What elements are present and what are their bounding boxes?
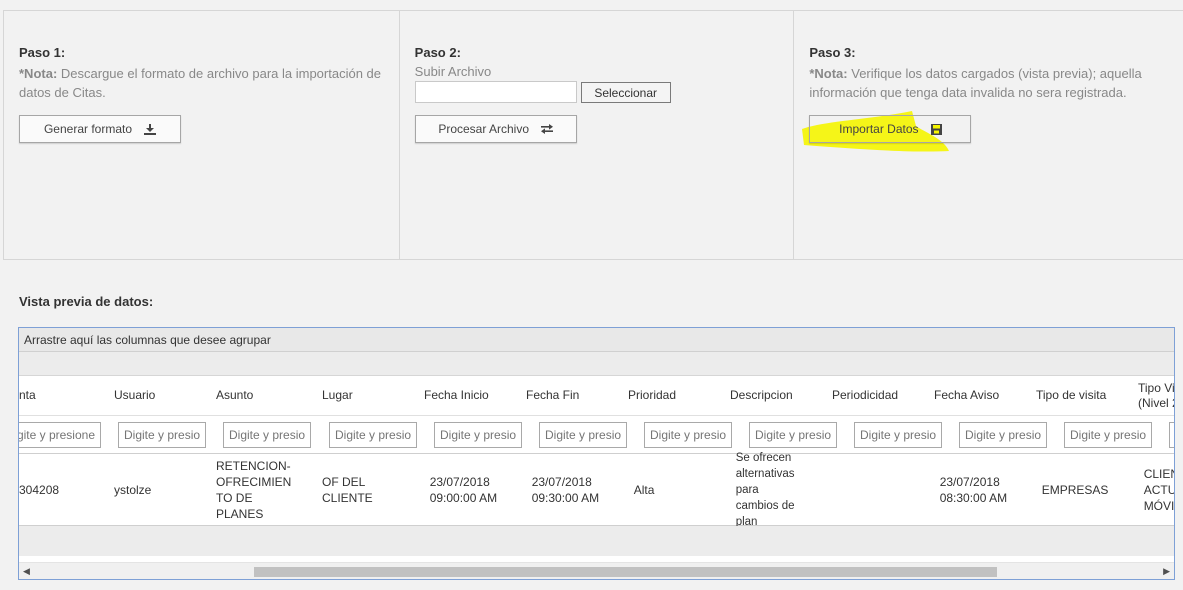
- generate-format-label: Generar formato: [43, 122, 133, 136]
- filter-cell: [19, 421, 101, 448]
- column-header-cuenta[interactable]: nta: [19, 388, 97, 403]
- filter-input-tipo-visita-nivel-2[interactable]: [1169, 421, 1174, 448]
- scrollbar-thumb[interactable]: [254, 567, 997, 577]
- filter-cell: [101, 421, 206, 448]
- import-data-button[interactable]: Importar Datos: [809, 115, 972, 143]
- filter-input-lugar[interactable]: [329, 421, 417, 448]
- filter-cell: [732, 421, 837, 448]
- filter-input-fecha-aviso[interactable]: [959, 421, 1047, 448]
- cell-fecha-fin: 23/07/2018 09:30:00 AM: [531, 474, 600, 505]
- column-header-fecha-fin[interactable]: Fecha Fin: [509, 388, 611, 403]
- filter-cell: [522, 421, 627, 448]
- exchange-icon: [541, 124, 554, 134]
- import-data-label: Importar Datos: [839, 122, 919, 136]
- step-1-title: Paso 1:: [19, 45, 66, 60]
- process-file-label: Procesar Archivo: [438, 122, 530, 136]
- select-file-button[interactable]: Seleccionar: [580, 82, 671, 103]
- column-header-usuario[interactable]: Usuario: [97, 388, 199, 403]
- group-by-panel[interactable]: Arrastre aquí las columnas que desee agr…: [19, 328, 1174, 352]
- scroll-right-arrow-icon[interactable]: ▶: [1163, 566, 1170, 577]
- filter-input-fecha-fin[interactable]: [539, 421, 627, 448]
- save-icon: [930, 123, 942, 135]
- column-header-descripcion[interactable]: Descripcion: [713, 388, 815, 403]
- step-2-subtitle: Subir Archivo: [414, 64, 492, 79]
- filter-cell: [206, 421, 312, 448]
- file-path-input[interactable]: [414, 81, 577, 103]
- filter-input-tipo-visita[interactable]: [1064, 421, 1152, 448]
- grid-toolbar-band: [19, 352, 1174, 376]
- cell-usuario: ystolze: [114, 482, 152, 497]
- step-1-note-text: Descargue el formato de archivo para la …: [19, 66, 382, 100]
- column-header-prioridad[interactable]: Prioridad: [611, 388, 713, 403]
- cell-fecha-inicio: 23/07/2018 09:00:00 AM: [429, 474, 498, 505]
- cell-tipo-visita: EMPRESAS: [1041, 482, 1109, 497]
- step-1-note-label: *Nota:: [19, 66, 58, 81]
- scroll-left-arrow-icon[interactable]: ◀: [23, 566, 30, 577]
- column-header-lugar[interactable]: Lugar: [305, 388, 407, 403]
- step-3-note: *Nota: Verifique los datos cargados (vis…: [809, 64, 1174, 102]
- process-file-button[interactable]: Procesar Archivo: [414, 115, 577, 143]
- filter-cell: [1152, 421, 1174, 448]
- filter-cell: [1047, 421, 1152, 448]
- filter-cell: [837, 421, 942, 448]
- step-1-panel: Paso 1: *Nota: Descargue el formato de a…: [4, 11, 400, 259]
- cell-fecha-aviso: 23/07/2018 08:30:00 AM: [939, 474, 1008, 505]
- cell-lugar: OF DEL CLIENTE: [322, 474, 373, 505]
- table-row[interactable]: 304208 ystolze RETENCION-OFRECIMIENTO DE…: [19, 452, 1174, 526]
- filter-cell: [417, 421, 522, 448]
- steps-panel: Paso 1: *Nota: Descargue el formato de a…: [3, 10, 1183, 260]
- cell-cuenta: 304208: [19, 482, 60, 497]
- filter-input-asunto[interactable]: [223, 421, 311, 448]
- column-header-periodicidad[interactable]: Periodicidad: [815, 388, 917, 403]
- cell-descripcion: Se ofrecen alternativas para cambios de …: [735, 451, 795, 527]
- filter-input-periodicidad[interactable]: [854, 421, 942, 448]
- filter-cell: [627, 421, 732, 448]
- column-header-asunto[interactable]: Asunto: [199, 388, 305, 403]
- step-3-note-text: Verifique los datos cargados (vista prev…: [809, 66, 1142, 100]
- step-1-note: *Nota: Descargue el formato de archivo p…: [19, 64, 384, 102]
- column-header-fecha-inicio[interactable]: Fecha Inicio: [407, 388, 509, 403]
- cell-asunto: RETENCION-OFRECIMIENTO DE PLANES: [216, 458, 292, 521]
- step-3-panel: Paso 3: *Nota: Verifique los datos carga…: [794, 11, 1183, 259]
- filter-cell: [312, 421, 417, 448]
- column-header-fecha-aviso[interactable]: Fecha Aviso: [917, 388, 1019, 403]
- header-row: nta Usuario Asunto Lugar Fecha Inicio Fe…: [19, 376, 1174, 416]
- generate-format-button[interactable]: Generar formato: [19, 115, 181, 143]
- filter-input-usuario[interactable]: [118, 421, 206, 448]
- step-2-panel: Paso 2: Subir Archivo Seleccionar Proces…: [400, 11, 795, 259]
- filter-input-prioridad[interactable]: [644, 421, 732, 448]
- cell-prioridad: Alta: [633, 482, 655, 497]
- column-header-tipo-visita[interactable]: Tipo de visita: [1019, 388, 1121, 403]
- filter-cell: [942, 421, 1047, 448]
- preview-grid: Arrastre aquí las columnas que desee agr…: [18, 327, 1175, 580]
- grid-table: nta Usuario Asunto Lugar Fecha Inicio Fe…: [19, 376, 1174, 526]
- step-3-note-label: *Nota:: [809, 66, 848, 81]
- filter-row: [19, 416, 1174, 454]
- grid-empty-area: [19, 526, 1174, 556]
- download-icon: [144, 123, 157, 135]
- step-2-title: Paso 2:: [414, 45, 461, 60]
- cell-tipo-visita-nivel-2: CLIENTE ACTUAL MÓVIL: [1143, 466, 1174, 513]
- filter-input-descripcion[interactable]: [749, 421, 837, 448]
- step-3-title: Paso 3:: [809, 45, 856, 60]
- filter-input-fecha-inicio[interactable]: [434, 421, 522, 448]
- filter-input-cuenta[interactable]: [19, 421, 101, 448]
- horizontal-scrollbar[interactable]: ◀ ▶: [19, 562, 1174, 579]
- column-header-tipo-visita-nivel-2[interactable]: Tipo Visita (Nivel 2): [1121, 381, 1174, 411]
- preview-title: Vista previa de datos:: [19, 294, 154, 309]
